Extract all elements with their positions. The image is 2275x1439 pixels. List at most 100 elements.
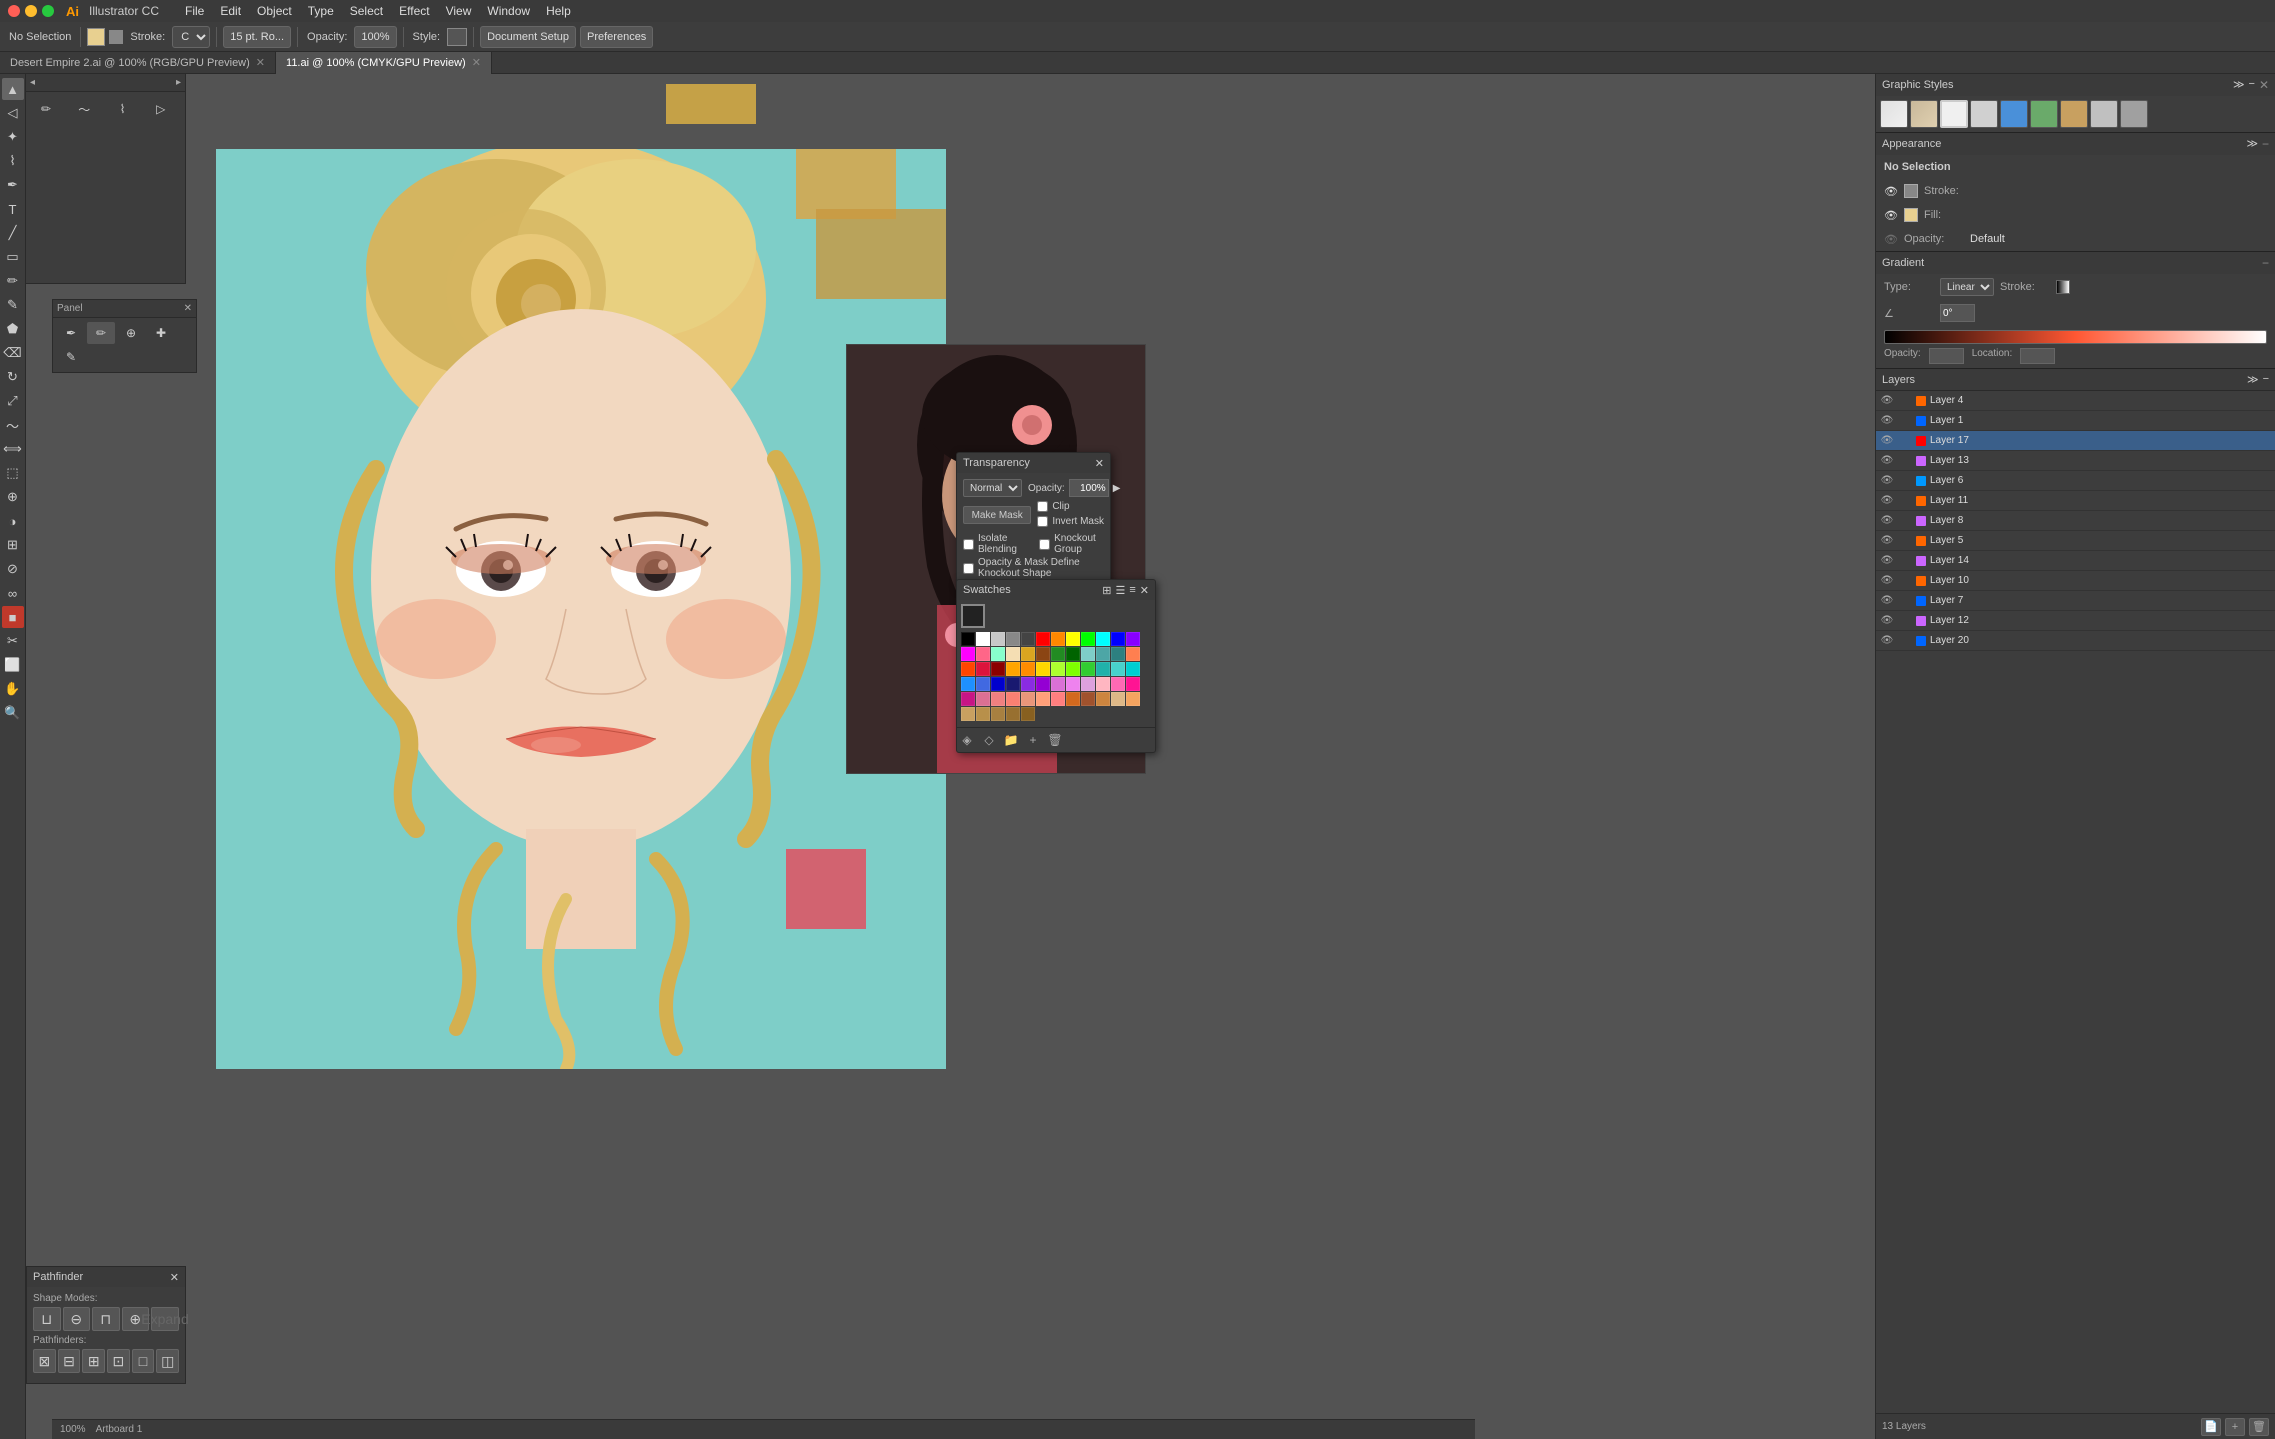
swatch-color[interactable] <box>1006 677 1020 691</box>
layer-visibility-toggle[interactable]: 👁 <box>1880 634 1894 648</box>
layer-lock-toggle[interactable] <box>1898 394 1912 408</box>
fill-visibility[interactable]: 👁 <box>1884 208 1898 222</box>
graphic-styles-close[interactable]: ✕ <box>2259 78 2269 92</box>
sub-brush-ref[interactable]: ✎ <box>57 346 85 368</box>
outline-btn[interactable]: □ <box>132 1349 155 1373</box>
swatch-color[interactable] <box>961 632 975 646</box>
tool-artboard[interactable]: ⬜ <box>2 654 24 676</box>
swatch-color[interactable] <box>1081 647 1095 661</box>
tool-lasso[interactable]: ⌇ <box>2 150 24 172</box>
swatch-color[interactable] <box>1081 662 1095 676</box>
brush-tool-3[interactable]: ⌇ <box>107 96 139 122</box>
knockout-group-checkbox[interactable] <box>1039 539 1050 550</box>
swatch-color[interactable] <box>1126 662 1140 676</box>
swatch-color[interactable] <box>976 707 990 721</box>
sub-brush-4[interactable]: ✚ <box>147 322 175 344</box>
tool-shape-builder[interactable]: ⊕ <box>2 486 24 508</box>
tool-fill-stroke[interactable]: ■ <box>2 606 24 628</box>
swatch-color[interactable] <box>961 662 975 676</box>
style-swatch-2[interactable] <box>1910 100 1938 128</box>
canvas-area[interactable]: ◂ ▸ ✏ 〜 ⌇ ▷ Panel ✕ ✒ ✏ ⊕ ✚ ✎ <box>26 74 1875 1439</box>
menu-view[interactable]: View <box>446 4 472 18</box>
swatch-color[interactable] <box>1036 647 1050 661</box>
layer-visibility-toggle[interactable]: 👁 <box>1880 434 1894 448</box>
tool-free-transform[interactable]: ⬚ <box>2 462 24 484</box>
layer-visibility-toggle[interactable]: 👁 <box>1880 554 1894 568</box>
tool-rectangle[interactable]: ▭ <box>2 246 24 268</box>
layer-item[interactable]: 👁 Layer 11 <box>1876 491 2275 511</box>
layer-item[interactable]: 👁 Layer 13 <box>1876 451 2275 471</box>
style-swatch[interactable] <box>447 28 467 46</box>
swatch-color[interactable] <box>1006 632 1020 646</box>
brush-size-display[interactable]: 15 pt. Ro... <box>223 26 291 48</box>
swatches-new-swatch[interactable]: + <box>1023 730 1043 750</box>
doc-setup-btn[interactable]: Document Setup <box>480 26 576 48</box>
tool-scale[interactable]: ⤢ <box>2 390 24 412</box>
swatch-color[interactable] <box>1051 662 1065 676</box>
swatch-color[interactable] <box>991 677 1005 691</box>
menu-help[interactable]: Help <box>546 4 571 18</box>
layers-expand[interactable]: ≫ <box>2247 373 2259 386</box>
swatch-color[interactable] <box>1096 692 1110 706</box>
gradient-type-select[interactable]: Linear <box>1940 278 1994 296</box>
swatches-swatch-options[interactable]: ◇ <box>979 730 999 750</box>
tool-blend[interactable]: ∞ <box>2 582 24 604</box>
sub-brush-1[interactable]: ✒ <box>57 322 85 344</box>
menu-object[interactable]: Object <box>257 4 292 18</box>
swatch-color[interactable] <box>1036 662 1050 676</box>
swatch-color[interactable] <box>1111 632 1125 646</box>
swatch-color[interactable] <box>976 677 990 691</box>
layer-visibility-toggle[interactable]: 👁 <box>1880 454 1894 468</box>
layer-item[interactable]: 👁 Layer 8 <box>1876 511 2275 531</box>
layer-item[interactable]: 👁 Layer 10 <box>1876 571 2275 591</box>
layer-lock-toggle[interactable] <box>1898 574 1912 588</box>
sub-brush-3[interactable]: ⊕ <box>117 322 145 344</box>
swatch-color[interactable] <box>1006 692 1020 706</box>
tool-rotate[interactable]: ↻ <box>2 366 24 388</box>
opacity-mask-checkbox[interactable] <box>963 563 974 574</box>
layer-item[interactable]: 👁 Layer 14 <box>1876 551 2275 571</box>
trim-btn[interactable]: ⊟ <box>58 1349 81 1373</box>
swatches-menu[interactable]: ≡ <box>1129 584 1135 597</box>
swatch-color[interactable] <box>1036 632 1050 646</box>
layer-visibility-toggle[interactable]: 👁 <box>1880 574 1894 588</box>
layer-visibility-toggle[interactable]: 👁 <box>1880 474 1894 488</box>
swatch-color[interactable] <box>1111 692 1125 706</box>
grad-location-input[interactable] <box>2020 348 2055 364</box>
layer-item[interactable]: 👁 Layer 20 <box>1876 631 2275 651</box>
swatch-color[interactable] <box>976 632 990 646</box>
swatch-color[interactable] <box>1021 647 1035 661</box>
layer-lock-toggle[interactable] <box>1898 534 1912 548</box>
layer-lock-toggle[interactable] <box>1898 454 1912 468</box>
swatch-color[interactable] <box>1096 662 1110 676</box>
swatch-color[interactable] <box>1066 647 1080 661</box>
swatch-color[interactable] <box>961 692 975 706</box>
merge-btn[interactable]: ⊞ <box>82 1349 105 1373</box>
swatch-color[interactable] <box>1126 692 1140 706</box>
gradient-close[interactable]: − <box>2262 256 2269 270</box>
brush-tool-1[interactable]: ✏ <box>30 96 62 122</box>
layer-lock-toggle[interactable] <box>1898 414 1912 428</box>
swatch-color[interactable] <box>1096 632 1110 646</box>
tab-desert-empire[interactable]: Desert Empire 2.ai @ 100% (RGB/GPU Previ… <box>0 52 276 74</box>
menu-window[interactable]: Window <box>487 4 530 18</box>
swatch-color[interactable] <box>1111 677 1125 691</box>
tool-text[interactable]: T <box>2 198 24 220</box>
opacity-visibility[interactable]: 👁 <box>1884 232 1898 246</box>
tool-line[interactable]: ╱ <box>2 222 24 244</box>
swatches-close[interactable]: ✕ <box>1140 584 1149 597</box>
isolate-blending-checkbox[interactable] <box>963 539 974 550</box>
tool-eraser[interactable]: ⌫ <box>2 342 24 364</box>
minus-front-btn[interactable]: ⊖ <box>63 1307 91 1331</box>
brush-tool-4[interactable]: ▷ <box>145 96 177 122</box>
tool-paintbrush[interactable]: ✏ <box>2 270 24 292</box>
swatch-color[interactable] <box>1036 692 1050 706</box>
menu-effect[interactable]: Effect <box>399 4 429 18</box>
swatch-color[interactable] <box>1126 632 1140 646</box>
invert-mask-checkbox[interactable] <box>1037 516 1048 527</box>
delete-layer-btn[interactable]: 🗑 <box>2249 1418 2269 1436</box>
clip-checkbox[interactable] <box>1037 501 1048 512</box>
layer-item[interactable]: 👁 Layer 7 <box>1876 591 2275 611</box>
crop-btn[interactable]: ⊡ <box>107 1349 130 1373</box>
layers-close[interactable]: − <box>2263 373 2269 386</box>
